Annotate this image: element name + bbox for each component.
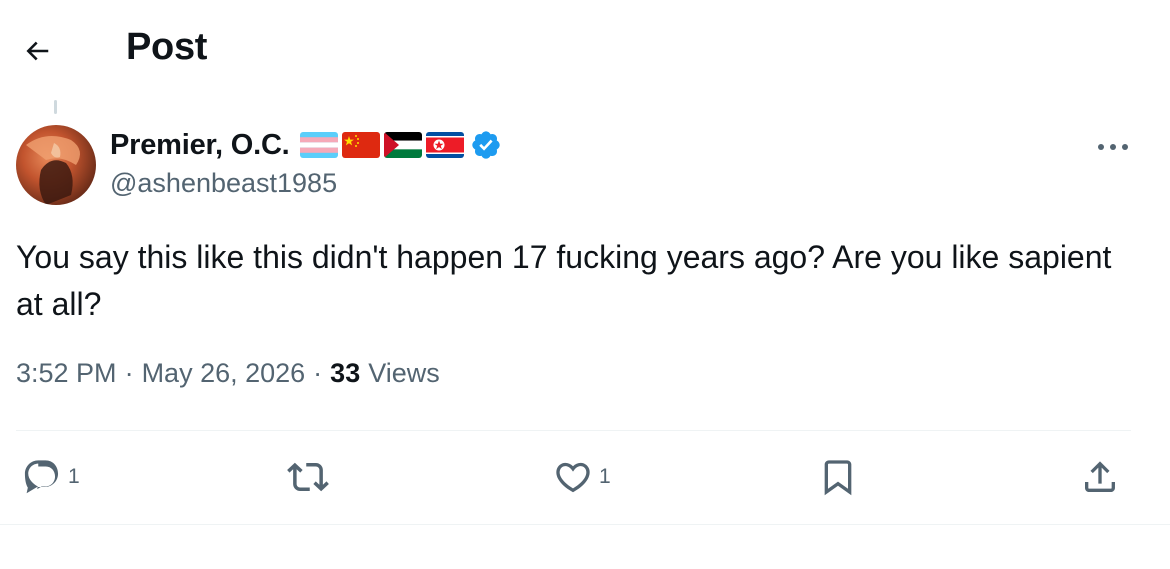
author-display-name[interactable]: Premier, O.C. (110, 129, 290, 162)
more-dots-icon (1098, 144, 1128, 150)
heart-icon (556, 462, 590, 493)
top-bar: Post (0, 0, 1170, 96)
arrow-left-icon (26, 41, 49, 61)
back-button[interactable] (14, 28, 60, 74)
share-icon (1085, 461, 1115, 492)
verified-badge-icon[interactable] (470, 129, 502, 161)
tweet-time[interactable]: 3:52 PM (16, 358, 117, 389)
more-options-button[interactable] (1090, 133, 1136, 161)
thread-connector-line (54, 100, 57, 114)
divider (16, 430, 1131, 431)
china-flag-icon (341, 132, 380, 158)
share-button[interactable] (1080, 452, 1120, 502)
flag-emojis (299, 132, 464, 158)
tweet-date[interactable]: May 26, 2026 (142, 358, 306, 389)
avatar-image (16, 125, 96, 205)
palestine-flag-icon (383, 132, 422, 158)
repost-button[interactable] (287, 452, 329, 502)
north-korea-flag-icon (425, 132, 464, 158)
author-handle[interactable]: @ashenbeast1985 (110, 168, 337, 199)
like-count: 1 (599, 465, 611, 488)
action-bar: 1 1 (0, 452, 1170, 502)
transgender-flag-icon (299, 132, 338, 158)
views-count[interactable]: 33 (330, 358, 360, 389)
bookmark-icon (824, 460, 852, 496)
tweet-text: You say this like this didn't happen 17 … (16, 239, 1112, 322)
meta-separator: · (124, 358, 134, 388)
page-title: Post (126, 26, 208, 68)
bookmark-button[interactable] (818, 452, 858, 502)
views-label[interactable]: Views (368, 358, 440, 389)
reply-button[interactable]: 1 (22, 452, 80, 502)
author-name-row: Premier, O.C. (110, 126, 502, 164)
avatar[interactable] (16, 125, 96, 205)
tweet-metadata: 3:52 PM · May 26, 2026 · 33 Views (16, 358, 440, 389)
meta-separator: · (313, 358, 323, 388)
divider (0, 524, 1170, 525)
repost-icon (287, 462, 329, 492)
reply-count: 1 (68, 465, 80, 488)
reply-icon (24, 460, 59, 494)
like-button[interactable]: 1 (553, 452, 611, 502)
